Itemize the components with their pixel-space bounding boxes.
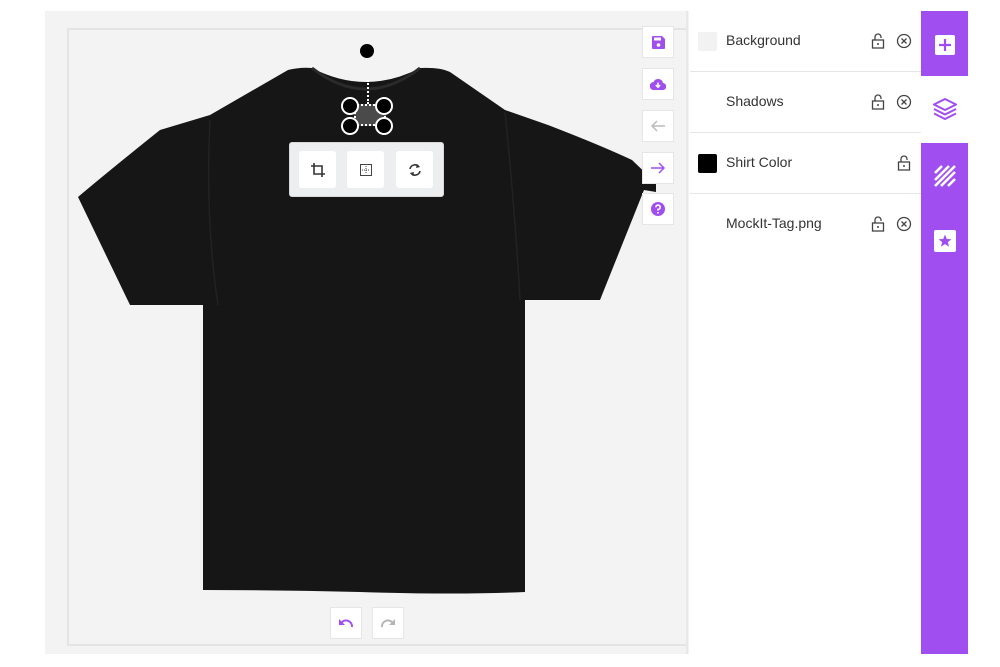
star-icon [933,229,956,252]
lock-icon[interactable] [871,216,885,232]
layer-row-shirt-color[interactable]: Shirt Color [690,133,921,194]
layers-icon [932,96,957,121]
layers-panel: Background Shadows Shirt Color MockIt-Ta… [690,11,921,654]
layer-color-swatch[interactable] [698,154,717,173]
rail-patterns-tab[interactable] [932,163,957,188]
resize-handle-bottom-right[interactable] [375,117,393,135]
back-button[interactable] [642,110,674,142]
selection-toolbar [289,142,444,197]
rail-favorites-tab[interactable] [932,228,957,253]
plus-icon [932,32,957,57]
layer-row-mockit-tag[interactable]: MockIt-Tag.png [690,194,921,255]
ruler-left [67,28,69,646]
tool-rail [921,11,968,654]
help-icon [651,202,665,216]
lock-icon[interactable] [897,155,911,171]
replace-button[interactable] [396,151,433,188]
rail-lower-block [921,143,968,654]
remove-layer-icon[interactable] [896,94,912,110]
resize-handle-bottom-left[interactable] [341,117,359,135]
remove-layer-icon[interactable] [896,216,912,232]
hatch-pattern-icon [933,164,956,187]
lock-icon[interactable] [871,94,885,110]
resize-handle-top-left[interactable] [341,97,359,115]
ruler-bottom [67,644,687,646]
layer-row-background[interactable]: Background [690,11,921,72]
center-align-icon [359,163,372,176]
cloud-download-icon [650,78,666,90]
undo-button[interactable] [330,607,362,639]
refresh-icon [408,163,421,176]
crop-icon [310,162,325,177]
layer-name: Shirt Color [726,154,793,170]
remove-layer-icon[interactable] [896,33,912,49]
ruler-top [67,28,687,30]
download-button[interactable] [642,68,674,100]
redo-icon [381,619,395,628]
layer-name: Background [726,32,801,48]
hanger-dot [360,44,374,58]
lock-icon[interactable] [871,33,885,49]
arrow-left-icon [651,120,665,132]
help-button[interactable] [642,193,674,225]
layer-name: Shadows [726,93,784,109]
undo-icon [339,619,353,628]
redo-button[interactable] [372,607,404,639]
save-icon [651,35,665,49]
resize-handle-top-right[interactable] [375,97,393,115]
forward-button[interactable] [642,152,674,184]
save-button[interactable] [642,26,674,58]
panel-divider [686,11,688,654]
rail-layers-tab[interactable] [921,76,968,143]
rotate-handle-line[interactable] [367,80,369,104]
center-button[interactable] [347,151,384,188]
layer-color-swatch[interactable] [698,32,717,51]
crop-button[interactable] [299,151,336,188]
rail-add-tab[interactable] [921,11,968,76]
arrow-right-icon [651,162,665,174]
layer-name: MockIt-Tag.png [726,215,822,231]
layer-row-shadows[interactable]: Shadows [690,72,921,133]
